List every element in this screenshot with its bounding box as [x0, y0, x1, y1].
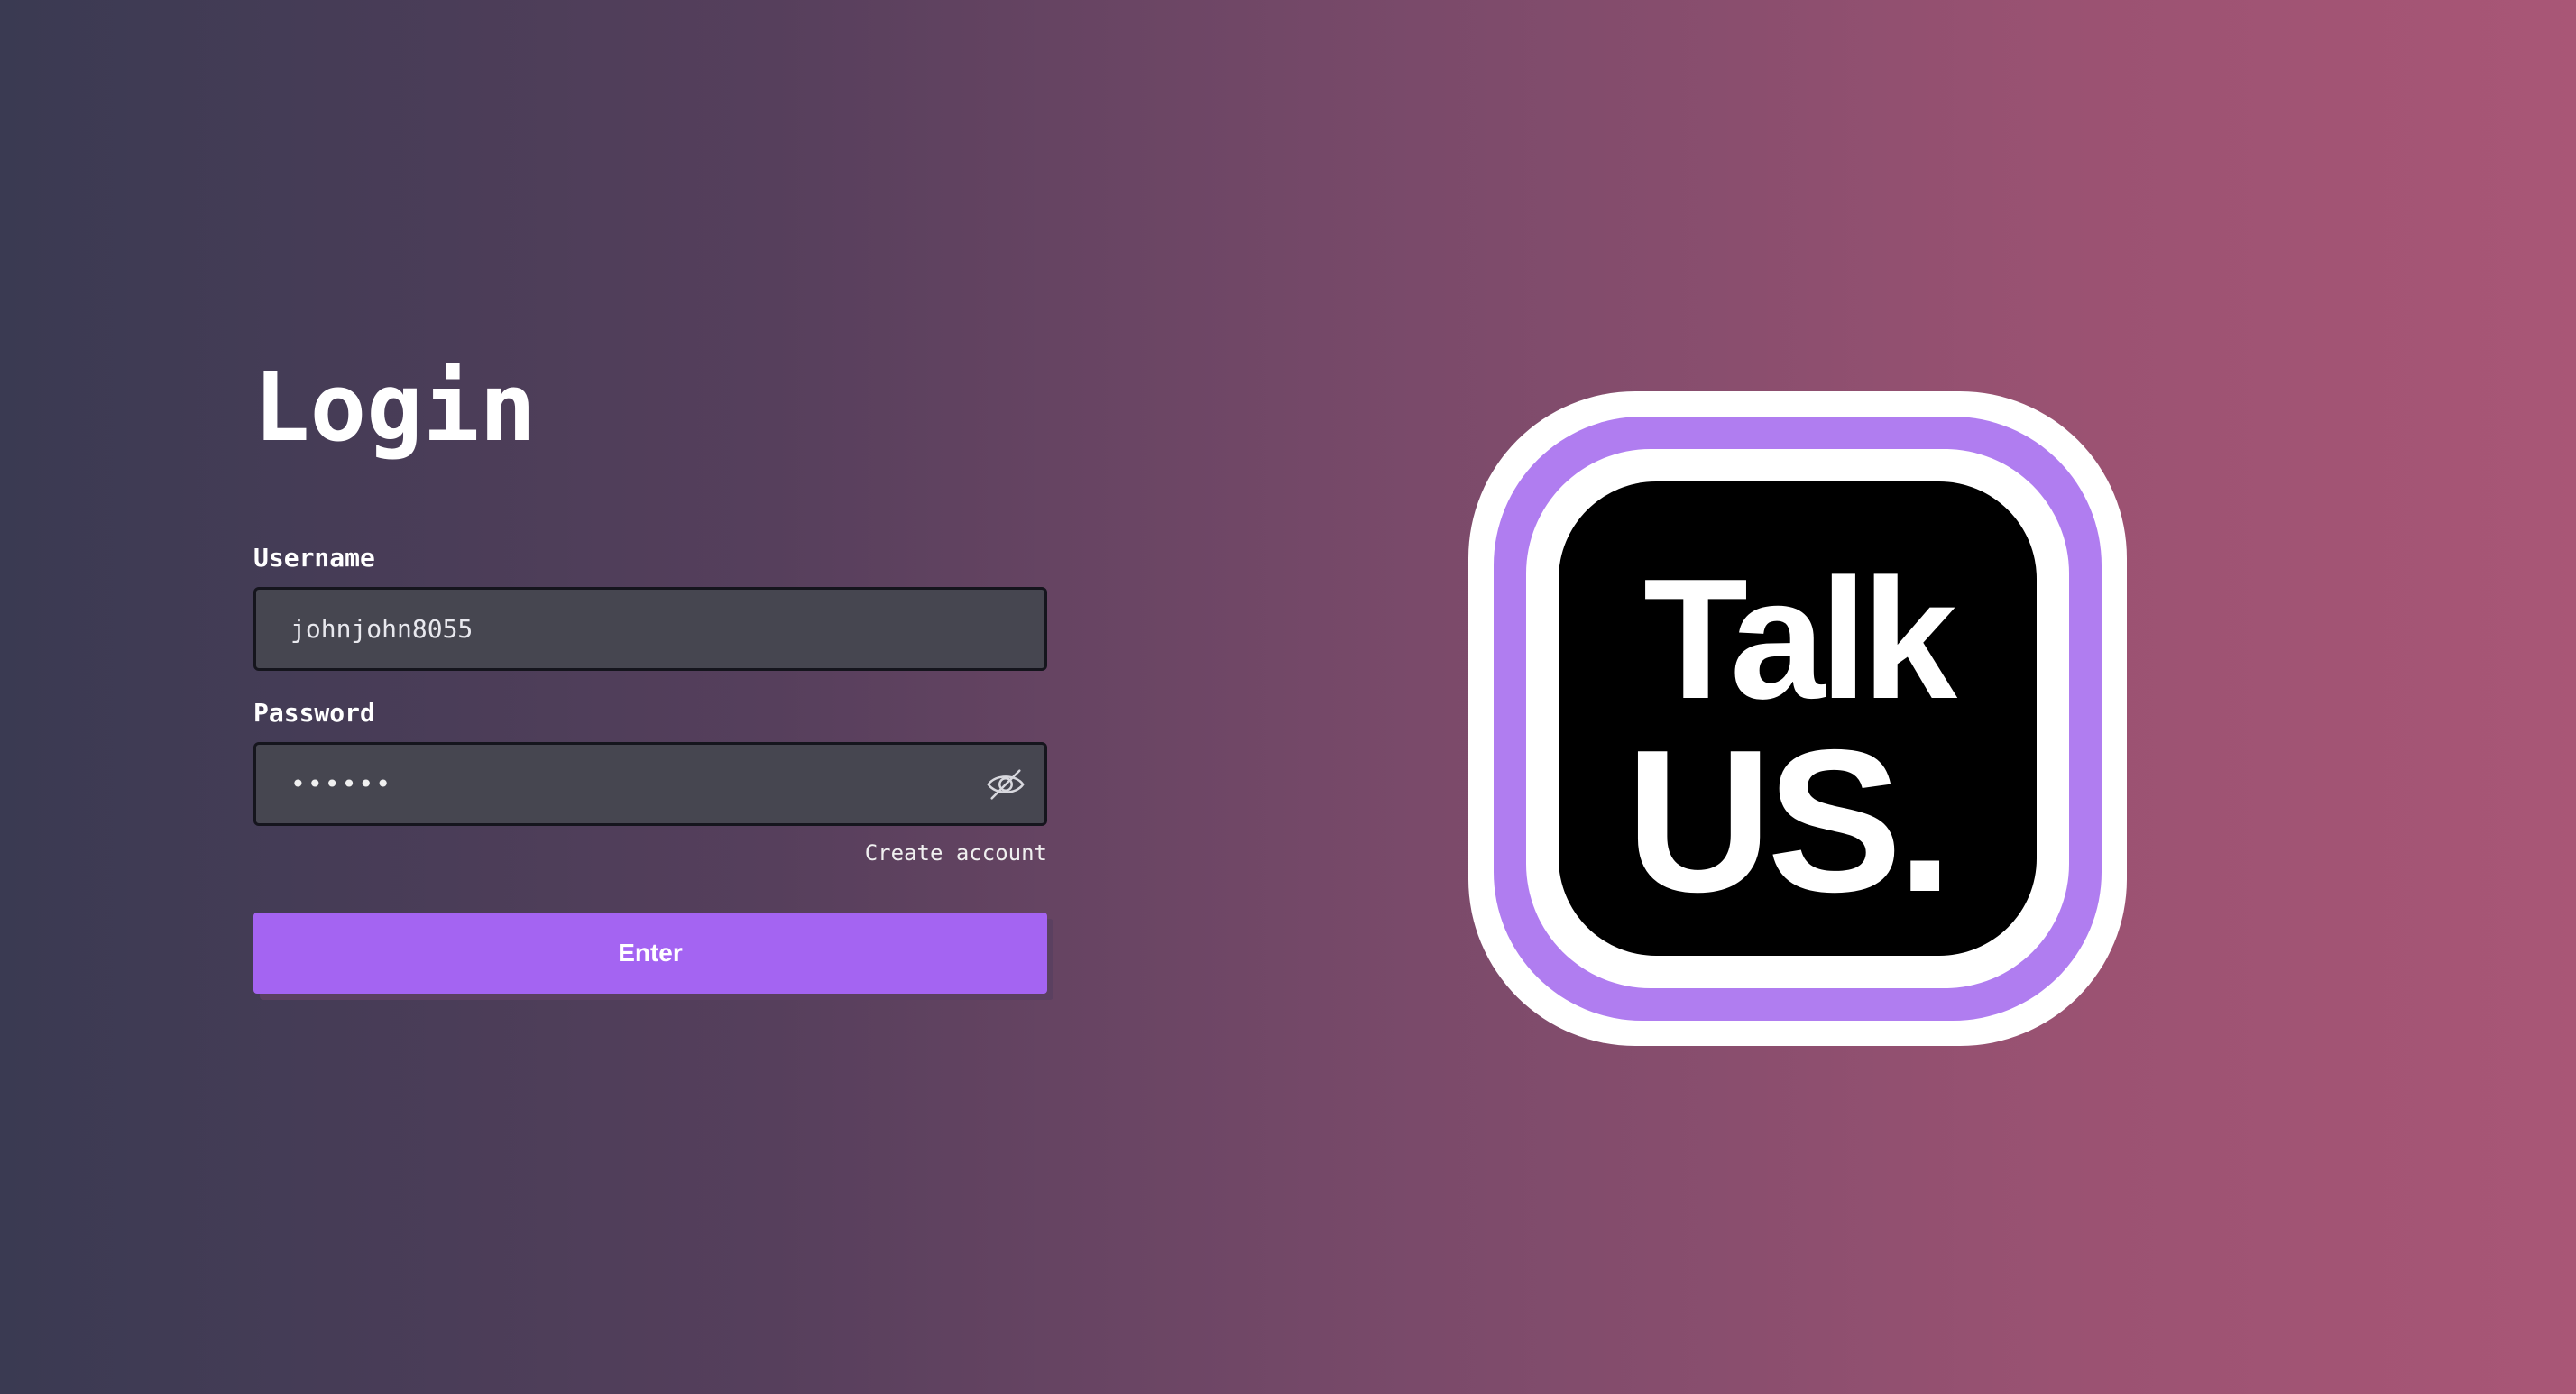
eye-slash-icon[interactable] — [985, 764, 1026, 805]
username-input[interactable]: johnjohn8055 — [253, 587, 1047, 671]
username-value: johnjohn8055 — [290, 614, 474, 644]
password-input[interactable]: •••••• — [253, 742, 1047, 826]
create-account-link[interactable]: Create account — [253, 840, 1047, 866]
username-label: Username — [253, 543, 375, 573]
password-value: •••••• — [290, 769, 393, 799]
talkus-logo: Talk US. — [1468, 391, 2127, 1046]
login-panel: Login Username johnjohn8055 Password •••… — [253, 361, 1047, 994]
enter-button[interactable]: Enter — [253, 913, 1047, 994]
logo-text-us: US. — [1625, 707, 1947, 934]
password-label: Password — [253, 698, 375, 728]
page-title: Login — [253, 353, 537, 463]
